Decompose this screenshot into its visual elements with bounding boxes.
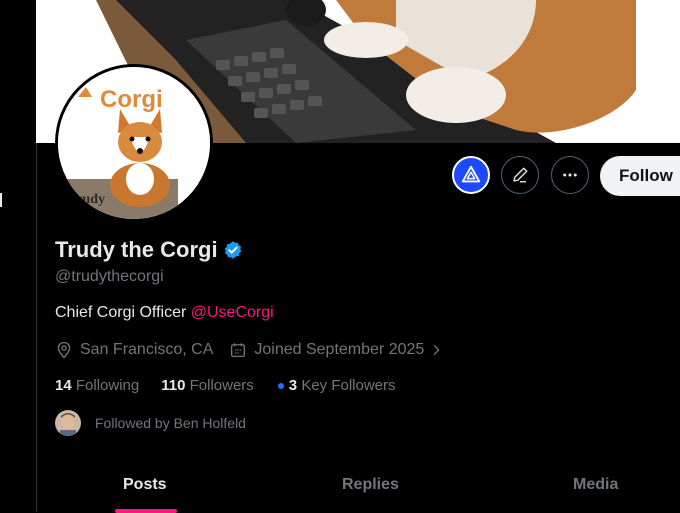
following-label: Following [75, 377, 140, 394]
bio-text: Chief Corgi Officer [55, 304, 191, 321]
key-followers-label: Key Followers [301, 377, 396, 394]
display-name: Trudy the Corgi [55, 237, 218, 262]
follower-avatar-image [55, 410, 81, 436]
follow-stats: 14 Following 110 Followers 3 Key Followe… [55, 377, 396, 394]
key-followers-link[interactable]: 3 Key Followers [277, 377, 396, 394]
followed-by[interactable]: Followed by Ben Holfeld [55, 410, 246, 436]
follower-avatar [55, 410, 81, 436]
following-count: 14 [55, 377, 72, 394]
profile-actions: Follow [0, 156, 680, 198]
more-button[interactable] [551, 156, 589, 194]
grok-button[interactable] [452, 156, 490, 194]
verified-badge-icon[interactable] [223, 240, 243, 260]
followers-link[interactable]: 110 Followers [161, 377, 254, 394]
bio-mention-link[interactable]: @UseCorgi [191, 304, 274, 321]
profile-meta: San Francisco, CA Joined September 2025 [55, 341, 444, 359]
active-tab-indicator [115, 509, 177, 513]
followers-count: 110 [161, 377, 186, 394]
more-icon [563, 173, 577, 177]
key-followers-count: 3 [288, 377, 298, 394]
tab-posts[interactable]: Posts [123, 476, 167, 494]
followed-by-text: Followed by Ben Holfeld [95, 415, 246, 431]
calendar-icon [231, 343, 246, 358]
grok-icon [461, 165, 481, 183]
left-rail [0, 0, 37, 512]
profile-avatar[interactable]: Corgi Trudy [55, 64, 213, 222]
bio: Chief Corgi Officer @UseCorgi [55, 304, 274, 322]
tab-media[interactable]: Media [573, 476, 618, 494]
key-followers-dot [277, 382, 284, 389]
avatar-logo-text: Corgi [100, 86, 163, 113]
joined-text: Joined September 2025 [254, 341, 425, 358]
location-text: San Francisco, CA [80, 341, 214, 358]
tab-replies[interactable]: Replies [342, 476, 399, 494]
following-link[interactable]: 14 Following [55, 377, 139, 394]
chevron-right-icon[interactable] [428, 342, 444, 358]
user-handle: @trudythecorgi [55, 268, 164, 285]
edit-button[interactable] [501, 156, 539, 194]
name-row: Trudy the Corgi [55, 237, 243, 263]
followers-label: Followers [189, 377, 254, 394]
pencil-icon [513, 167, 528, 183]
location-icon [57, 341, 71, 359]
profile-tabs: Posts Replies Media [36, 460, 680, 513]
follow-button[interactable]: Follow [600, 156, 680, 196]
